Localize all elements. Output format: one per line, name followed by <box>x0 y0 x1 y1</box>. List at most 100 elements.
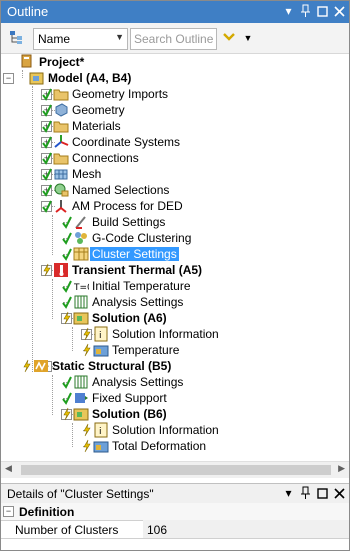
green-check-icon <box>62 391 72 405</box>
tree-item-label: Analysis Settings <box>92 295 184 309</box>
gcode-icon <box>73 230 89 246</box>
lightning-status-icon <box>62 407 72 421</box>
tree-item-mesh[interactable]: + Mesh <box>1 166 349 182</box>
outline-toolbar: Name ▼ Search Outline ▼ <box>1 23 349 54</box>
tree-item-project[interactable]: Project* <box>1 54 349 70</box>
details-group-definition[interactable]: − Definition <box>1 503 349 521</box>
scroll-right-icon[interactable]: ▶ <box>338 463 345 474</box>
tree-item-fixed-support[interactable]: Fixed Support <box>1 390 349 406</box>
thermal-icon <box>53 262 69 278</box>
result-icon <box>93 438 109 454</box>
tree-item-label: Total Deformation <box>112 439 207 453</box>
tree-item-analysis-settings-a5[interactable]: Analysis Settings <box>1 294 349 310</box>
tree-item-label: Analysis Settings <box>92 375 184 389</box>
scroll-left-icon[interactable]: ◀ <box>5 463 12 474</box>
lightning-status-icon <box>22 359 32 373</box>
property-value-field[interactable]: 106 <box>143 520 349 538</box>
green-check-icon <box>42 119 52 133</box>
tree-item-temperature[interactable]: Temperature <box>1 342 349 358</box>
lightning-status-icon <box>82 423 92 437</box>
tree-item-label: Solution Information <box>112 423 219 437</box>
static-icon <box>33 358 49 374</box>
tree-item-label: Connections <box>72 151 139 165</box>
tree-item-transient-thermal[interactable]: −Transient Thermal (A5) <box>1 262 349 278</box>
tree-item-solution-information-b6[interactable]: i Solution Information <box>1 422 349 438</box>
green-check-icon <box>42 167 52 181</box>
search-outline-input[interactable]: Search Outline <box>130 28 217 50</box>
tree-item-geometry-imports[interactable]: + Geometry Imports <box>1 86 349 102</box>
collapse-icon[interactable]: − <box>3 73 14 84</box>
tree-item-coordinate-systems[interactable]: + Coordinate Systems <box>1 134 349 150</box>
tree-item-solution-information-a6[interactable]: +iSolution Information <box>1 326 349 342</box>
tree-item-label: G-Code Clustering <box>92 231 192 245</box>
folder-icon <box>53 118 69 134</box>
mesh-icon <box>53 166 69 182</box>
info-icon: i <box>93 422 109 438</box>
tree-item-label: Named Selections <box>72 183 170 197</box>
tree-item-materials[interactable]: + Materials <box>1 118 349 134</box>
tree-item-connections[interactable]: + Connections <box>1 150 349 166</box>
green-check-icon <box>62 215 72 229</box>
lightning-status-icon <box>82 343 92 357</box>
horizontal-scrollbar[interactable]: ◀ ▶ <box>1 461 349 478</box>
green-check-icon <box>42 135 52 149</box>
tree-item-static-structural[interactable]: −Static Structural (B5) <box>1 358 349 374</box>
tree-item-geometry[interactable]: + Geometry <box>1 102 349 118</box>
tree-item-label: Solution (B6) <box>92 407 167 421</box>
tree-item-label: Coordinate Systems <box>72 135 181 149</box>
dropdown-icon[interactable]: ▾ <box>283 4 294 18</box>
svg-text:i: i <box>99 427 102 437</box>
lightning-status-icon <box>62 311 72 325</box>
support-icon <box>73 390 89 406</box>
tree-item-build-settings[interactable]: Build Settings <box>1 214 349 230</box>
outline-panel: Outline ▾ Name ▼ Search Outline ▼ Projec… <box>0 0 350 551</box>
name-filter-select[interactable]: Name ▼ <box>33 28 128 50</box>
pin-icon[interactable] <box>300 4 311 18</box>
tree-item-initial-temperature[interactable]: T=0Initial Temperature <box>1 278 349 294</box>
green-check-icon <box>62 231 72 245</box>
tree-menu-icon[interactable] <box>7 29 25 47</box>
scroll-thumb[interactable] <box>21 465 331 475</box>
lightning-status-icon <box>82 439 92 453</box>
green-check-icon <box>42 199 52 213</box>
chevron-filter-icon[interactable] <box>220 29 238 47</box>
folder-icon <box>53 86 69 102</box>
details-dropdown-icon[interactable]: ▾ <box>283 486 294 503</box>
details-property-row[interactable]: Number of Clusters 106 <box>1 520 349 539</box>
lightning-status-icon <box>82 327 92 341</box>
named-icon <box>53 182 69 198</box>
details-pin-icon[interactable] <box>300 486 311 503</box>
green-check-icon <box>42 87 52 101</box>
close-icon[interactable] <box>334 4 345 18</box>
tree-item-named-selections[interactable]: + Named Selections <box>1 182 349 198</box>
tree-item-solution-b6[interactable]: −Solution (B6) <box>1 406 349 422</box>
green-check-icon <box>62 247 72 261</box>
analysis-icon <box>73 294 89 310</box>
green-check-icon <box>42 151 52 165</box>
maximize-icon[interactable] <box>317 4 328 18</box>
cluster-icon <box>73 246 89 262</box>
green-check-icon <box>42 183 52 197</box>
tree-item-cluster-settings[interactable]: Cluster Settings <box>1 246 349 262</box>
am-icon <box>53 198 69 214</box>
tree-item-label: Build Settings <box>92 215 166 229</box>
tree-item-label: Project* <box>39 55 85 69</box>
tree-item-label: Materials <box>72 119 121 133</box>
tree-item-total-deformation[interactable]: Total Deformation <box>1 438 349 454</box>
property-label: Number of Clusters <box>15 523 119 537</box>
tree-item-model[interactable]: − Model (A4, B4) <box>1 70 349 86</box>
tree-item-label: Initial Temperature <box>92 279 191 293</box>
details-close-icon[interactable] <box>334 486 345 503</box>
details-maximize-icon[interactable] <box>317 486 328 503</box>
tree-item-gcode-clustering[interactable]: G-Code Clustering <box>1 230 349 246</box>
tree-item-am-process[interactable]: − AM Process for DED <box>1 198 349 214</box>
tree-item-solution-a6[interactable]: −Solution (A6) <box>1 310 349 326</box>
tree-item-label: Mesh <box>72 167 102 181</box>
search-placeholder: Search Outline <box>134 32 214 46</box>
info-icon: i <box>93 326 109 342</box>
collapse-icon[interactable]: − <box>3 506 14 517</box>
tree-item-analysis-settings-b5[interactable]: Analysis Settings <box>1 374 349 390</box>
toolbar-dropdown-icon[interactable]: ▼ <box>239 29 257 47</box>
tree-item-label: Geometry Imports <box>72 87 169 101</box>
model-icon <box>29 70 45 86</box>
